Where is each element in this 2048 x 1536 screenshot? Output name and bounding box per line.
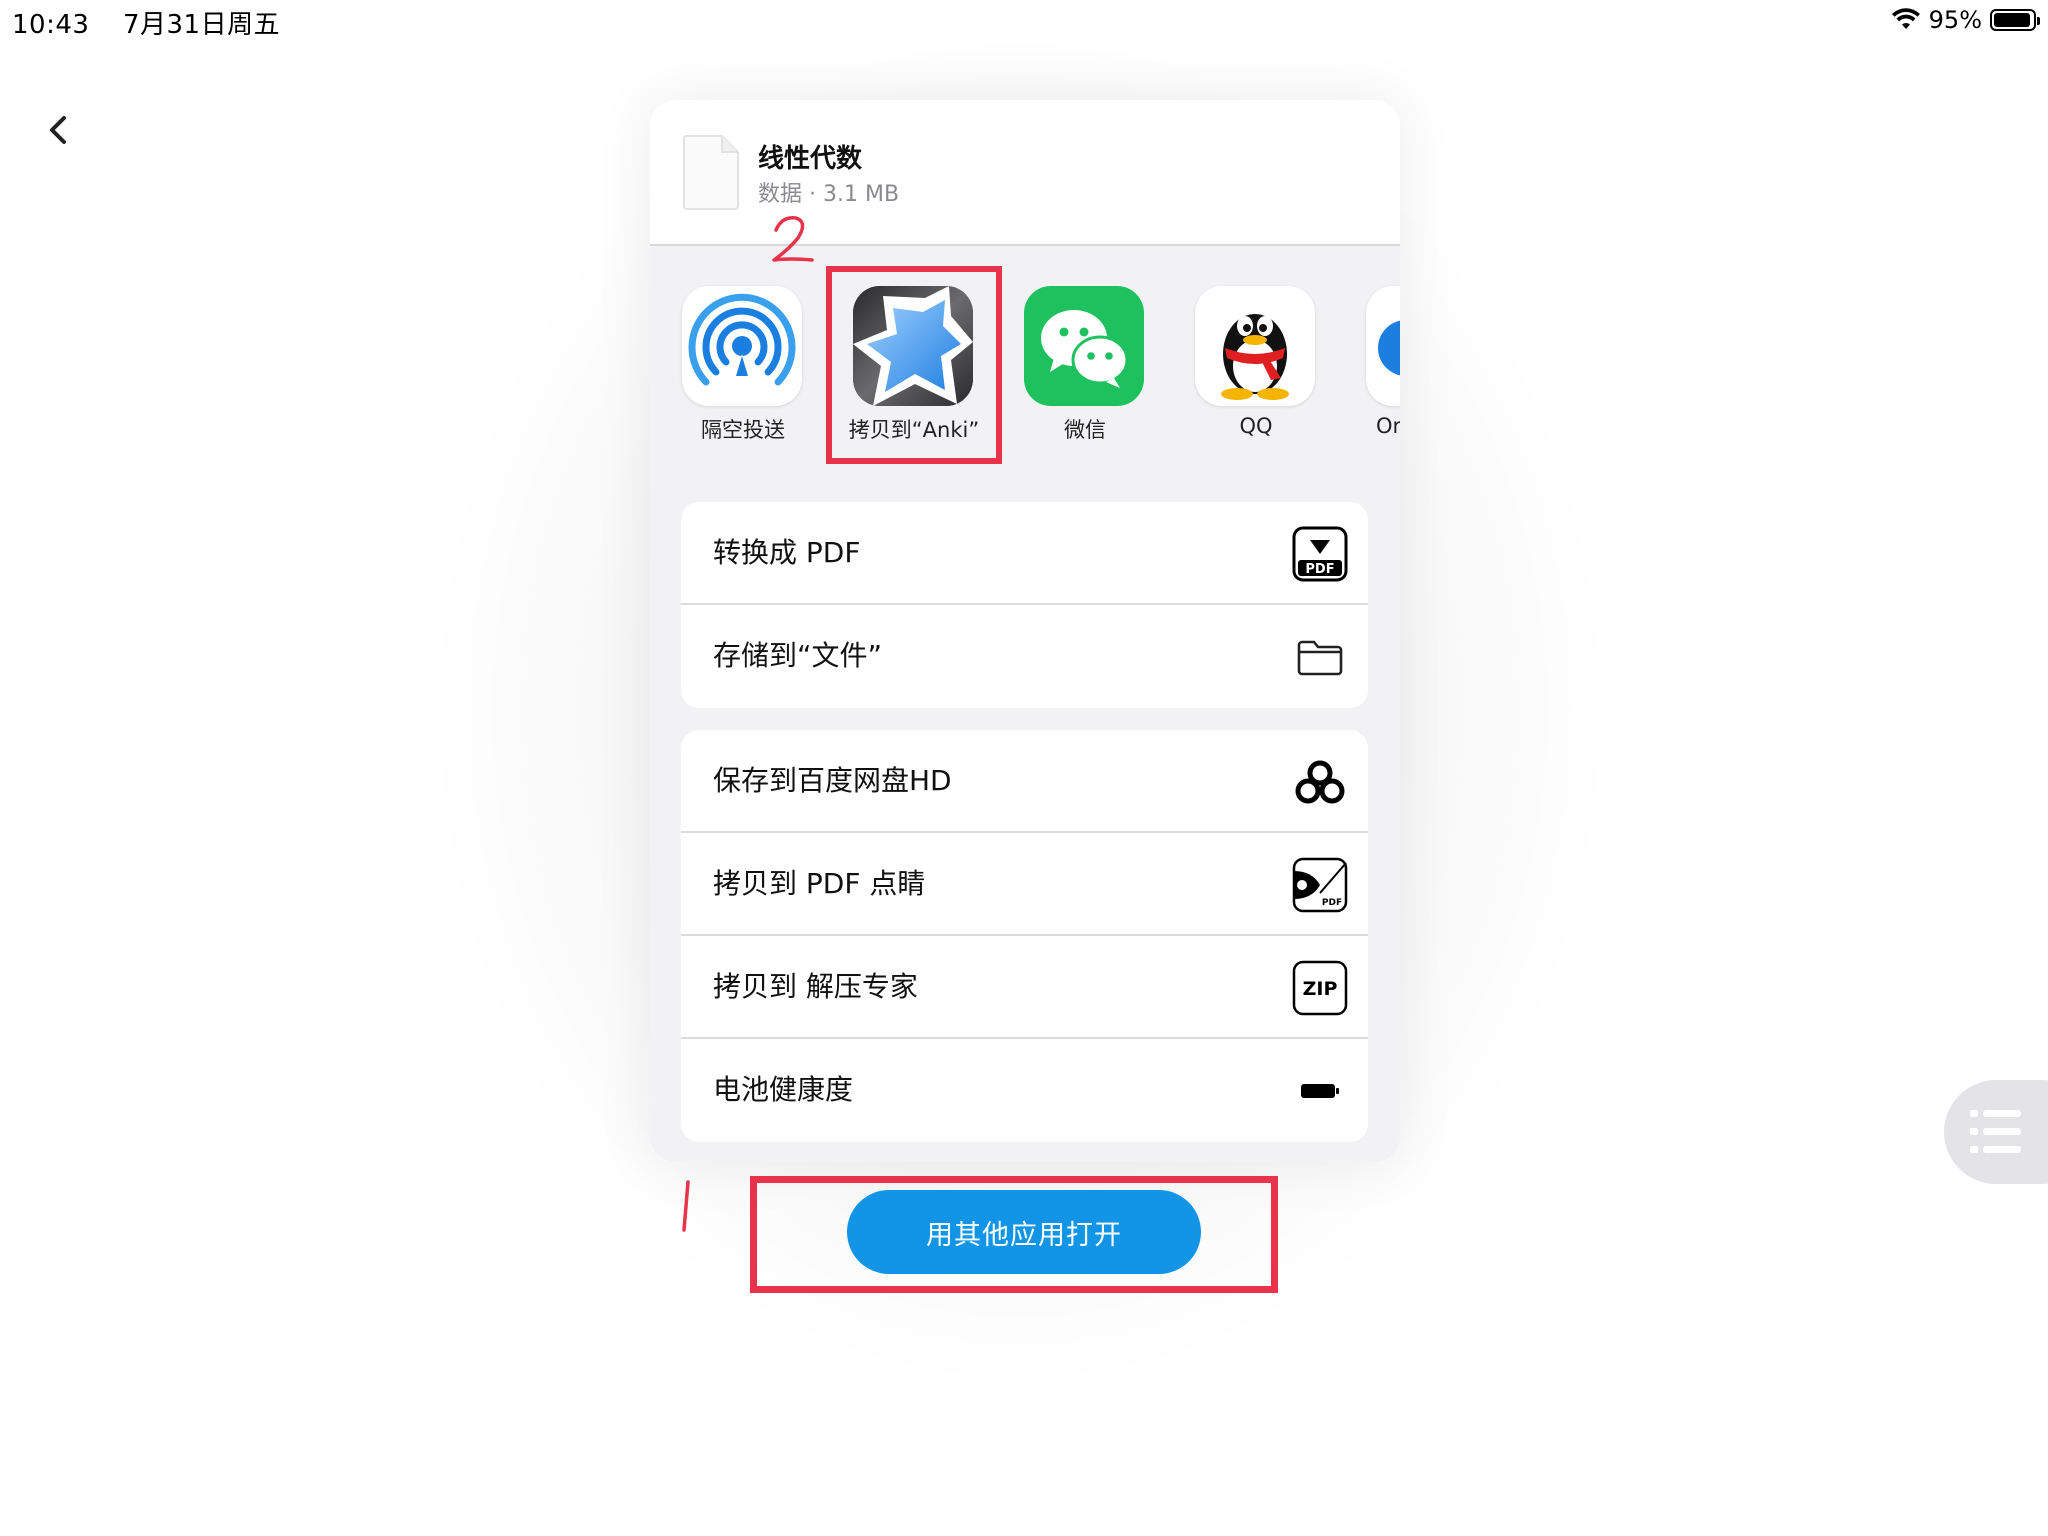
baidu-netdisk-icon (1292, 754, 1348, 810)
svg-text:PDF: PDF (1322, 898, 1342, 908)
svg-text:PDF: PDF (1305, 562, 1334, 577)
app-label: Or (1376, 414, 1400, 438)
date: 7月31日周五 (122, 10, 281, 40)
app-wechat[interactable]: 微信 (1024, 286, 1146, 442)
action-group-apps: 保存到百度网盘HD 拷贝到 PDF 点睛 PDF 拷贝到 解压专家 ZIP 电池… (681, 730, 1368, 1142)
action-label: 保存到百度网盘HD (713, 764, 952, 797)
airdrop-icon (682, 286, 802, 406)
action-label: 转换成 PDF (713, 536, 861, 569)
battery-indicator-icon (1990, 9, 2040, 31)
action-copy-pdf-eye[interactable]: 拷贝到 PDF 点睛 PDF (681, 833, 1368, 936)
share-sheet: 线性代数 数据 · 3.1 MB 隔空投送 拷贝到“Anki” 微信 QQ Or… (650, 100, 1400, 1162)
folder-icon (1292, 629, 1348, 685)
annotation-number-1 (682, 1180, 690, 1232)
action-label: 拷贝到 PDF 点睛 (713, 867, 926, 900)
annotation-box-anki (826, 266, 1002, 464)
list-icon (1970, 1110, 2021, 1153)
pdf-eye-icon: PDF (1292, 857, 1348, 913)
pdf-convert-icon: PDF (1292, 526, 1348, 582)
battery-fill (1994, 13, 2030, 27)
app-partial[interactable]: Or (1366, 286, 1400, 438)
svg-text:ZIP: ZIP (1303, 978, 1338, 1000)
partial-app-icon (1366, 286, 1400, 406)
wifi-icon (1891, 8, 1920, 29)
share-sheet-header: 线性代数 数据 · 3.1 MB (650, 100, 1400, 246)
file-icon (683, 135, 739, 210)
app-label: 隔空投送 (701, 418, 785, 442)
action-group-primary: 转换成 PDF PDF 存储到“文件” (681, 502, 1368, 708)
app-airdrop[interactable]: 隔空投送 (682, 286, 804, 442)
app-label: QQ (1239, 414, 1273, 438)
zip-icon: ZIP (1292, 960, 1348, 1016)
file-title: 线性代数 (758, 144, 863, 174)
action-convert-pdf[interactable]: 转换成 PDF PDF (681, 502, 1368, 605)
app-label: 微信 (1064, 418, 1106, 442)
annotation-number-2 (772, 216, 814, 262)
open-with-other-app-button[interactable]: 用其他应用打开 (847, 1190, 1201, 1274)
clock: 10:43 (12, 10, 90, 40)
battery-icon (1292, 1063, 1348, 1119)
wechat-icon (1024, 286, 1144, 406)
file-meta: 数据 · 3.1 MB (758, 182, 900, 207)
battery-percent: 95% (1928, 6, 1982, 34)
chevron-left-icon (50, 116, 66, 144)
back-button[interactable] (40, 110, 80, 150)
side-menu-tab[interactable] (1944, 1080, 2048, 1184)
status-bar-right: 95% (1891, 4, 2040, 36)
app-qq[interactable]: QQ (1195, 286, 1317, 438)
status-bar-time: 10:43 7月31日周五 (12, 4, 280, 41)
action-label: 拷贝到 解压专家 (713, 970, 918, 1003)
action-save-files[interactable]: 存储到“文件” (681, 605, 1368, 708)
action-label: 电池健康度 (713, 1073, 854, 1106)
qq-icon (1195, 286, 1315, 406)
action-save-baidu[interactable]: 保存到百度网盘HD (681, 730, 1368, 833)
action-label: 存储到“文件” (713, 639, 883, 672)
action-copy-zip[interactable]: 拷贝到 解压专家 ZIP (681, 936, 1368, 1039)
action-battery-health[interactable]: 电池健康度 (681, 1039, 1368, 1142)
battery-nub (2037, 17, 2040, 25)
